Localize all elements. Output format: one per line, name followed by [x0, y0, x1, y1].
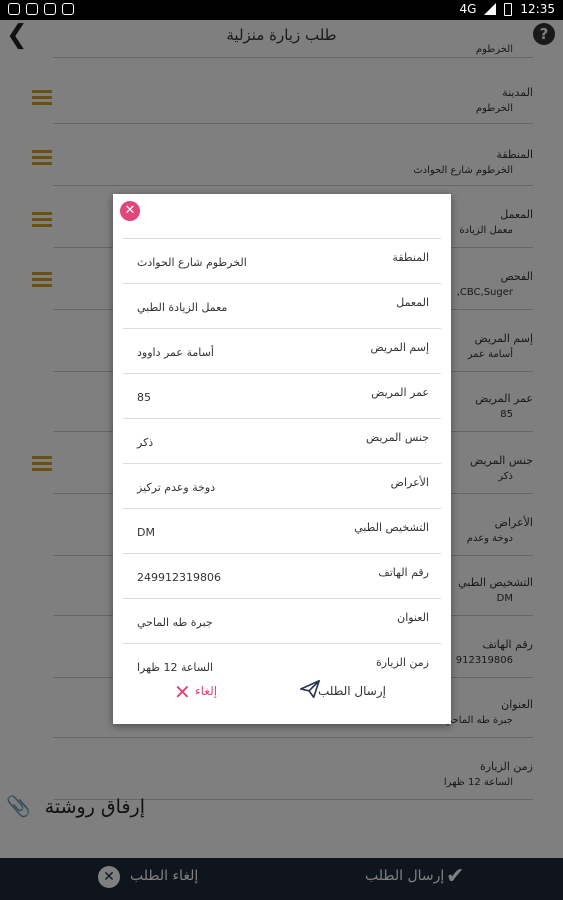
row-value: معمل الزيادة الطبي: [137, 301, 228, 314]
row-label: المنطقة: [392, 251, 429, 264]
row-label: عمر المريض: [371, 386, 429, 399]
row-label: جنس المريض: [365, 431, 429, 444]
dialog-row: عمر المريض 85: [123, 373, 441, 418]
dialog-row: رقم الهاتف 249912319806: [123, 553, 441, 598]
row-value: دوخة وعدم تركيز: [137, 481, 216, 494]
dialog-row: التشخيص الطبي DM: [123, 508, 441, 553]
notification-icon: [26, 3, 38, 15]
row-label: المعمل: [396, 296, 429, 309]
row-value: 249912319806: [137, 571, 221, 584]
dialog-row: الأعراض دوخة وعدم تركيز: [123, 463, 441, 508]
row-value: 85: [137, 391, 151, 404]
row-value: الساعة 12 ظهرا: [137, 661, 213, 674]
row-value: أسامة عمر داوود: [137, 346, 214, 359]
dialog-row: العنوان جبرة طه الماحي: [123, 598, 441, 643]
dialog-cancel-button[interactable]: إلغاء: [195, 684, 217, 698]
notification-icon: [62, 3, 74, 15]
row-label: رقم الهاتف: [378, 566, 429, 579]
row-label: العنوان: [397, 611, 429, 624]
notification-icons: [8, 3, 74, 15]
dialog-send-button[interactable]: إرسال الطلب: [318, 684, 386, 698]
confirm-dialog: ✕ المنطقة الخرطوم شارع الحوادث المعمل مع…: [113, 194, 451, 724]
row-value: DM: [137, 526, 155, 539]
x-icon[interactable]: ✕: [174, 680, 191, 704]
row-label: التشخيص الطبي: [354, 521, 429, 534]
dialog-row: المنطقة الخرطوم شارع الحوادث: [123, 238, 441, 283]
dialog-row: المعمل معمل الزيادة الطبي: [123, 283, 441, 328]
dialog-row: زمن الزيارة الساعة 12 ظهرا: [123, 643, 441, 688]
status-time: 12:35: [520, 2, 555, 16]
signal-icon: [484, 3, 497, 15]
close-icon[interactable]: ✕: [120, 201, 140, 221]
row-label: الأعراض: [390, 476, 429, 489]
row-value: الخرطوم شارع الحوادث: [137, 256, 247, 269]
battery-icon: [504, 2, 513, 16]
row-value: جبرة طه الماحي: [137, 616, 213, 629]
dialog-row: إسم المريض أسامة عمر داوود: [123, 328, 441, 373]
notification-icon: [44, 3, 56, 15]
row-label: زمن الزيارة: [375, 656, 429, 669]
row-label: إسم المريض: [370, 341, 429, 354]
dialog-row: جنس المريض ذكر: [123, 418, 441, 463]
notification-icon: [8, 3, 20, 15]
status-bar: 4G 12:35: [0, 0, 563, 20]
row-value: ذكر: [137, 436, 154, 449]
network-label: 4G: [459, 2, 477, 16]
